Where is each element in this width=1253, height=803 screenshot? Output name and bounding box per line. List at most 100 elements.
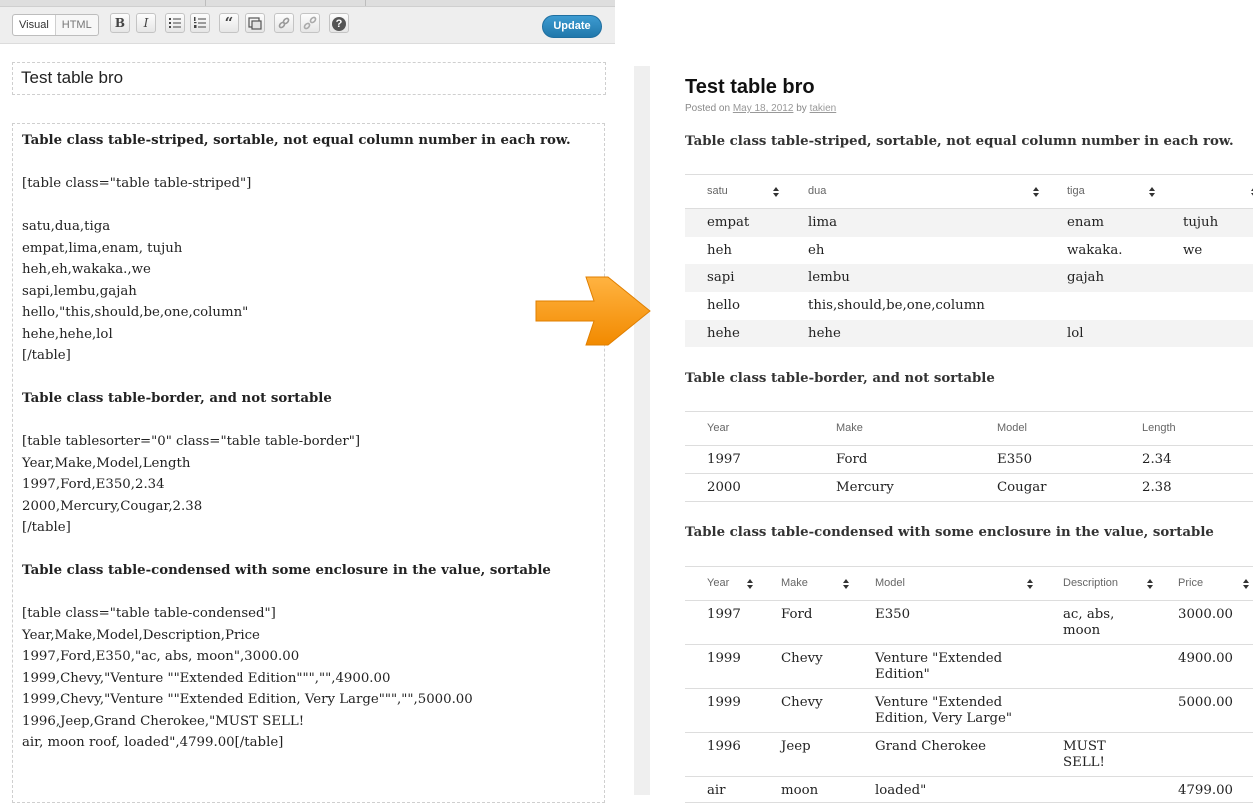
table-row: sapi lembu gajah bbox=[685, 264, 1253, 292]
table-body: empat lima enam tujuh heh eh wakaka. we sapi lemb… bbox=[685, 209, 1253, 347]
column-header[interactable]: Price bbox=[1178, 577, 1203, 589]
meta-by: by bbox=[796, 103, 807, 114]
table-row: empat lima enam tujuh bbox=[685, 209, 1253, 237]
table-cell: hehe bbox=[808, 326, 841, 341]
table-border: Year Make Model Length 1997 Ford E350 2.34 2000 M… bbox=[685, 411, 1253, 502]
table-cell: heh bbox=[707, 243, 732, 258]
content-line: 1999,Chevy,"Venture ""Extended Edition""… bbox=[22, 670, 391, 686]
table1-heading: Table class table-striped, sortable, not… bbox=[685, 134, 1234, 149]
insert-media-icon bbox=[248, 17, 262, 30]
blockquote-button[interactable]: “ bbox=[219, 13, 239, 33]
table-cell: tujuh bbox=[1183, 215, 1219, 230]
table-cell: empat bbox=[707, 215, 750, 230]
table-cell: 4799.00 bbox=[1178, 783, 1233, 798]
update-button[interactable]: Update bbox=[542, 15, 602, 38]
table-striped: satu dua tiga empat lima enam tujuh heh eh wakaka… bbox=[685, 174, 1253, 347]
table-header: Year Make Model Description Price bbox=[685, 566, 1253, 601]
column-header: Year bbox=[707, 422, 730, 434]
rendered-post: Test table bro Posted on May 18, 2012 by… bbox=[685, 0, 1253, 803]
column-header: Length bbox=[1142, 422, 1176, 434]
content-line: 1997,Ford,E350,"ac, abs, moon",3000.00 bbox=[22, 649, 300, 664]
link-button[interactable] bbox=[274, 13, 294, 33]
table-cell: lima bbox=[808, 215, 838, 230]
content-line bbox=[22, 410, 595, 432]
table-cell: this,should,be,one,column bbox=[808, 298, 985, 313]
table-cell: 1999 bbox=[707, 695, 741, 710]
table-row: 1996 Jeep Grand Cherokee MUST SELL! bbox=[685, 733, 1253, 777]
table-cell: ac, abs, moon bbox=[1063, 607, 1115, 638]
content-heading-line: Table class table-condensed with some en… bbox=[22, 563, 551, 578]
page-title: Test table bro bbox=[685, 76, 815, 98]
content-line: Year,Make,Model,Length bbox=[22, 455, 191, 471]
table-cell: Ford bbox=[781, 607, 813, 622]
column-header[interactable]: Model bbox=[875, 577, 905, 589]
help-button[interactable]: ? bbox=[329, 13, 349, 33]
post-editor: Visual HTML B I “ ? Update Test table br… bbox=[0, 0, 615, 803]
table-cell: air bbox=[707, 783, 726, 798]
author-link[interactable]: takien bbox=[810, 103, 837, 114]
table-cell: moon bbox=[781, 783, 819, 798]
content-line: [table class="table table-striped"] bbox=[22, 176, 252, 191]
column-header[interactable]: tiga bbox=[1067, 185, 1085, 197]
table-cell: 1996 bbox=[707, 739, 741, 754]
insert-media-button[interactable] bbox=[245, 13, 265, 33]
bold-button[interactable]: B bbox=[110, 13, 130, 33]
table-cell: Venture "Extended Edition" bbox=[875, 651, 1003, 682]
unlink-button[interactable] bbox=[300, 13, 320, 33]
table-row: heh eh wakaka. we bbox=[685, 237, 1253, 264]
post-date-link[interactable]: May 18, 2012 bbox=[733, 103, 794, 114]
content-line: [/table] bbox=[22, 520, 71, 535]
column-header[interactable]: Make bbox=[781, 577, 808, 589]
content-line: 1999,Chevy,"Venture ""Extended Edition, … bbox=[22, 692, 473, 707]
table-cell: 2.34 bbox=[1142, 452, 1172, 467]
editor-toolbar: Visual HTML B I “ ? bbox=[0, 7, 615, 44]
ordered-list-icon bbox=[194, 17, 206, 28]
table-row: hello this,should,be,one,column bbox=[685, 292, 1253, 320]
content-line: 1997,Ford,E350,2.34 bbox=[22, 477, 165, 492]
bold-icon: B bbox=[114, 16, 126, 30]
italic-icon: I bbox=[143, 16, 149, 30]
table-cell: Chevy bbox=[781, 651, 823, 666]
content-line: Year,Make,Model,Description,Price bbox=[22, 627, 260, 643]
tab-visual[interactable]: Visual bbox=[13, 15, 56, 35]
column-header: Make bbox=[836, 422, 863, 434]
table-cell: sapi bbox=[707, 270, 735, 285]
column-header[interactable]: satu bbox=[707, 185, 728, 197]
table-cell: MUST SELL! bbox=[1063, 739, 1106, 770]
help-icon: ? bbox=[332, 17, 346, 31]
content-line: [table tablesorter="0" class="table tabl… bbox=[22, 434, 361, 449]
column-header[interactable]: Year bbox=[707, 577, 729, 589]
unordered-list-button[interactable] bbox=[165, 13, 185, 33]
table-cell: 1997 bbox=[707, 607, 741, 622]
table-body: 1997 Ford E350 2.34 2000 Mercury Cougar 2.38 bbox=[685, 446, 1253, 502]
table-cell: Venture "Extended Edition, Very Large" bbox=[875, 695, 1013, 726]
table-cell: Ford bbox=[836, 452, 868, 467]
table-cell: Mercury bbox=[836, 480, 894, 495]
italic-button[interactable]: I bbox=[136, 13, 156, 33]
table-cell: 2000 bbox=[707, 480, 741, 495]
content-line: 2000,Mercury,Cougar,2.38 bbox=[22, 498, 203, 514]
table-cell: 1999 bbox=[707, 651, 741, 666]
table-cell: lol bbox=[1067, 326, 1084, 341]
tab-html[interactable]: HTML bbox=[56, 15, 98, 35]
post-title-field[interactable]: Test table bro bbox=[12, 62, 606, 95]
content-line bbox=[22, 152, 595, 174]
table-cell: Grand Cherokee bbox=[875, 739, 986, 754]
table3-heading: Table class table-condensed with some en… bbox=[685, 525, 1214, 540]
table-row: 1999 Chevy Venture "Extended Edition" 4900.… bbox=[685, 645, 1253, 689]
table-row: 1999 Chevy Venture "Extended Edition, Very… bbox=[685, 689, 1253, 733]
ordered-list-button[interactable] bbox=[190, 13, 210, 33]
table-row: 1997 Ford E350 2.34 bbox=[685, 446, 1253, 474]
content-line: empat,lima,enam, tujuh bbox=[22, 240, 183, 256]
table-cell: we bbox=[1183, 243, 1203, 258]
column-header[interactable]: dua bbox=[808, 185, 826, 197]
post-content-editor[interactable]: Table class table-striped, sortable, not… bbox=[12, 123, 605, 803]
table-cell: 1997 bbox=[707, 452, 741, 467]
unlink-icon bbox=[303, 16, 317, 30]
table-cell: Jeep bbox=[781, 739, 811, 754]
content-line: satu,dua,tiga bbox=[22, 219, 111, 234]
unordered-list-icon bbox=[169, 18, 181, 28]
table-header: satu dua tiga bbox=[685, 174, 1253, 209]
column-header[interactable]: Description bbox=[1063, 577, 1118, 589]
content-line bbox=[22, 582, 595, 604]
